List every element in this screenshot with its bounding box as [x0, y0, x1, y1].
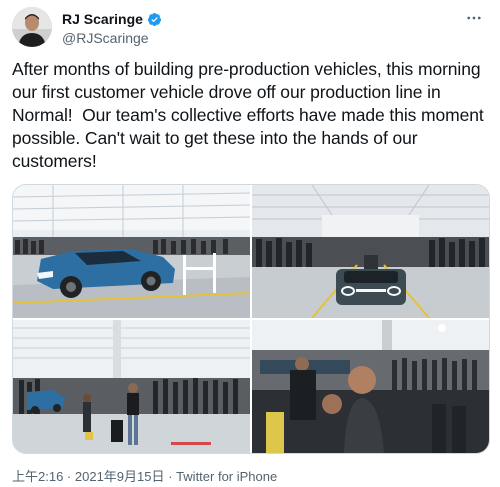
- avatar-image: [12, 7, 52, 47]
- tweet-header: RJ Scaringe @RJScaringe: [12, 6, 488, 48]
- photo-crowd-front[interactable]: [252, 185, 489, 318]
- tweet-text: After months of building pre-production …: [12, 59, 489, 171]
- more-options-icon[interactable]: [462, 8, 486, 28]
- photo-blue-truck[interactable]: [13, 185, 250, 318]
- photo-wide-floor[interactable]: [13, 320, 250, 453]
- meta-separator: ·: [63, 469, 75, 484]
- author-handle[interactable]: @RJScaringe: [62, 29, 162, 47]
- media-grid: [12, 184, 490, 454]
- tweet-source[interactable]: Twitter for iPhone: [176, 469, 277, 484]
- avatar[interactable]: [12, 7, 52, 47]
- photo-crowd-closeup[interactable]: [252, 320, 489, 453]
- author-display-name[interactable]: RJ Scaringe: [62, 10, 143, 28]
- tweet-card: RJ Scaringe @RJScaringe After months of …: [0, 0, 500, 487]
- tweet-time[interactable]: 上午2:16: [12, 469, 63, 484]
- tweet-date[interactable]: 2021年9月15日: [75, 469, 165, 484]
- tweet-meta: 上午2:16 · 2021年9月15日 · Twitter for iPhone: [12, 466, 277, 485]
- author-names: RJ Scaringe @RJScaringe: [62, 10, 162, 47]
- meta-separator: ·: [164, 469, 177, 484]
- author-display-name-row[interactable]: RJ Scaringe: [62, 10, 162, 28]
- verified-badge-icon: [147, 12, 162, 27]
